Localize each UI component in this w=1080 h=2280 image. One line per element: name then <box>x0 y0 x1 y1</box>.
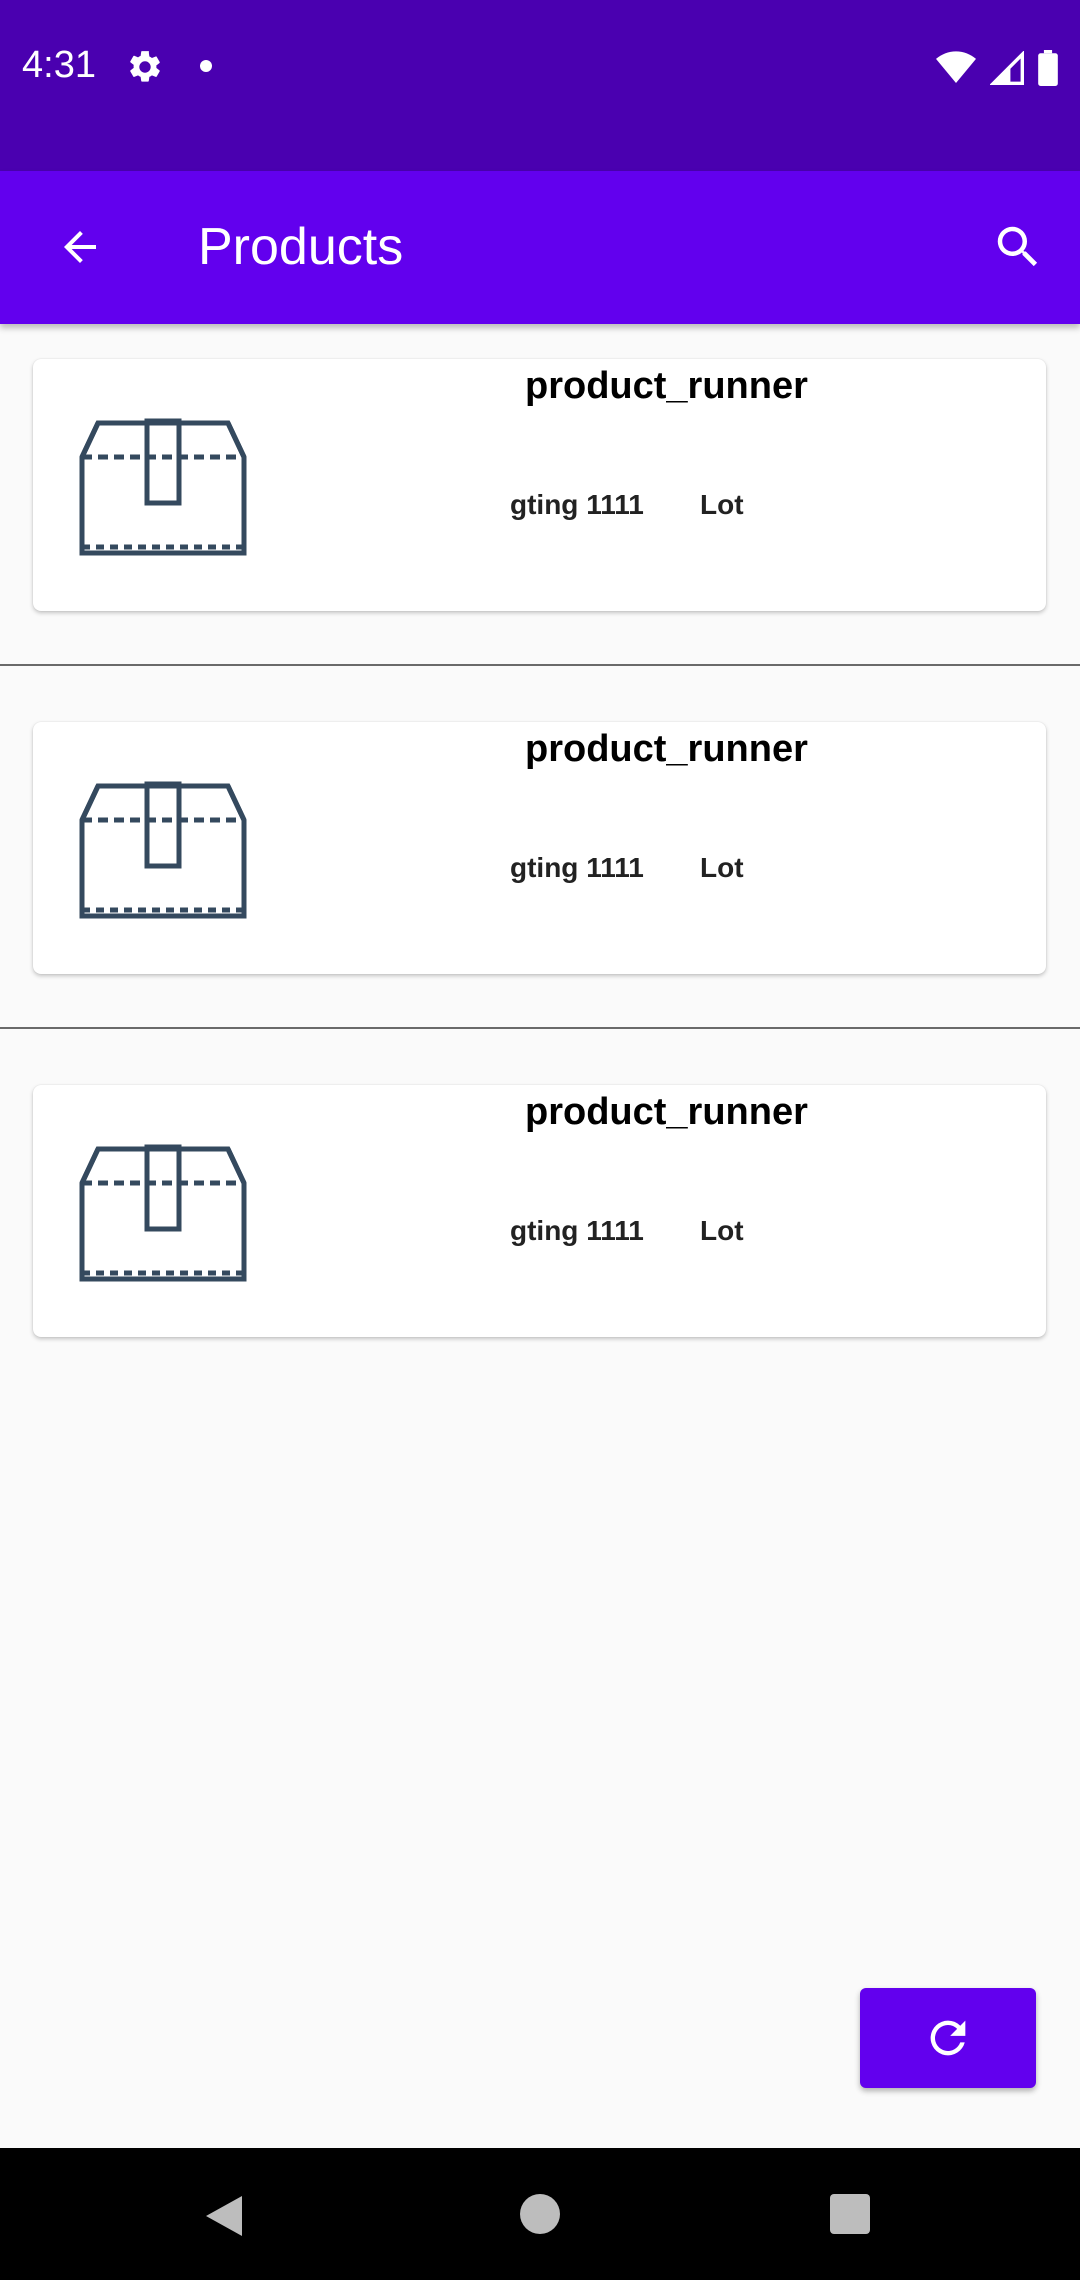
divider <box>0 664 1080 666</box>
product-name: product_runner <box>525 1091 808 1133</box>
signal-icon <box>990 51 1024 85</box>
app-bar: Products <box>0 171 1080 324</box>
battery-icon <box>1038 50 1058 86</box>
nav-recents-icon[interactable] <box>830 2194 870 2234</box>
product-card[interactable]: product_runner gting 1111 Lot <box>33 1085 1046 1337</box>
search-icon <box>997 226 1038 267</box>
system-nav-bar <box>0 2148 1080 2280</box>
list-item: product_runner gting 1111 Lot <box>0 324 1080 687</box>
back-button[interactable] <box>44 211 116 283</box>
product-lot: Lot <box>700 1215 744 1246</box>
status-time: 4:31 <box>22 44 96 86</box>
refresh-icon <box>930 2020 966 2056</box>
page-title: Products <box>198 218 404 276</box>
status-icons <box>936 48 1058 88</box>
box-icon <box>79 418 247 556</box>
wifi-icon <box>936 51 976 83</box>
divider <box>0 1027 1080 1029</box>
status-bar: 4:31 <box>0 0 1080 171</box>
product-list: product_runner gting 1111 Lot product_ru… <box>0 324 1080 1413</box>
nav-home-icon[interactable] <box>520 2194 560 2234</box>
product-lot: Lot <box>700 852 744 883</box>
product-gtin: gting 1111 <box>510 852 644 883</box>
nav-back-icon[interactable] <box>202 2192 246 2240</box>
notification-dot <box>200 60 212 72</box>
product-name: product_runner <box>525 728 808 770</box>
refresh-button[interactable] <box>860 1988 1036 2088</box>
arrow-back-icon <box>64 231 96 263</box>
gear-icon <box>130 51 160 82</box>
product-gtin: gting 1111 <box>510 1215 644 1246</box>
product-gtin: gting 1111 <box>510 489 644 520</box>
box-icon <box>79 1144 247 1282</box>
product-lot: Lot <box>700 489 744 520</box>
list-item: product_runner gting 1111 Lot <box>0 687 1080 1050</box>
product-card[interactable]: product_runner gting 1111 Lot <box>33 722 1046 974</box>
box-icon <box>79 781 247 919</box>
product-card[interactable]: product_runner gting 1111 Lot <box>33 359 1046 611</box>
list-item: product_runner gting 1111 Lot <box>0 1050 1080 1413</box>
product-name: product_runner <box>525 365 808 407</box>
search-button[interactable] <box>982 211 1054 283</box>
